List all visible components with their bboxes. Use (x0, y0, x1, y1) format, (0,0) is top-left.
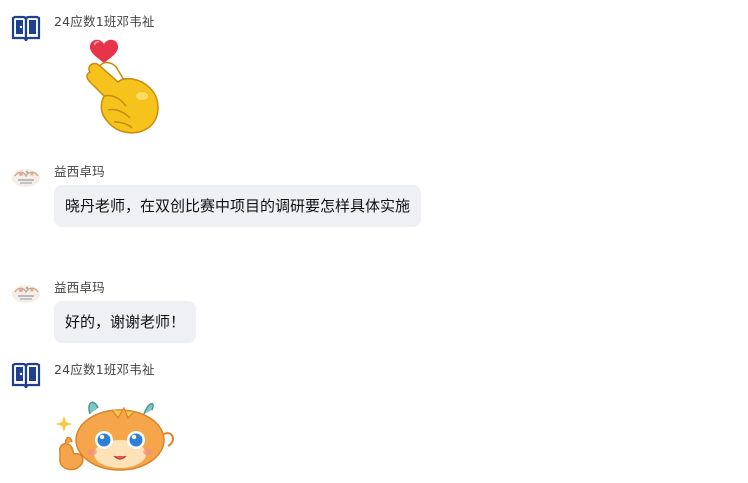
flower-illustration-avatar (12, 169, 40, 187)
flower-illustration-avatar (12, 285, 40, 303)
avatar[interactable] (10, 160, 42, 192)
heart-finger-sticker[interactable] (78, 36, 162, 136)
message-bubble[interactable]: 晓丹老师，在双创比赛中项目的调研要怎样具体实施 (54, 185, 422, 227)
avatar[interactable] (10, 359, 42, 391)
sender-name: 24应数1班邓韦祉 (54, 14, 155, 29)
dragon-thumbs-up-sticker[interactable] (52, 396, 182, 476)
sender-name: 24应数1班邓韦祉 (54, 362, 155, 377)
book-icon (11, 362, 41, 389)
sender-name: 益西卓玛 (54, 164, 105, 179)
sender-name: 益西卓玛 (54, 280, 105, 295)
avatar[interactable] (10, 276, 42, 308)
avatar[interactable] (10, 12, 42, 44)
book-icon (11, 15, 41, 42)
message-bubble[interactable]: 好的，谢谢老师！ (54, 301, 197, 343)
